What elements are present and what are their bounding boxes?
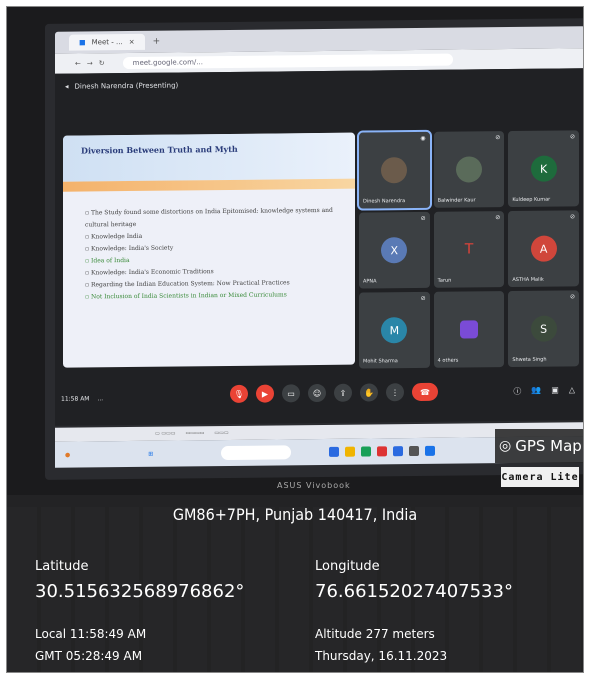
back-icon[interactable]: ← bbox=[75, 60, 81, 68]
laptop-brand: ASUS Vivobook bbox=[277, 481, 351, 490]
photo-frame: ■ Meet - ... × + ← → ↻ meet.google.com/.… bbox=[6, 6, 584, 673]
mic-off-icon: ⊘ bbox=[495, 214, 501, 222]
slide-accent-band bbox=[63, 178, 355, 192]
mic-button[interactable]: 🎙 bbox=[230, 384, 248, 403]
app-icon[interactable] bbox=[329, 446, 340, 457]
side-controls: ⓘ 👥 ▣ △ bbox=[513, 385, 575, 397]
emoji-button[interactable]: ☺ bbox=[308, 383, 326, 403]
app-icon[interactable] bbox=[409, 445, 420, 457]
participant-tile[interactable]: A ⊘ ASTHA Malik bbox=[508, 210, 579, 288]
camera-button[interactable]: ▶ bbox=[256, 384, 274, 403]
mic-off-icon: ⊘ bbox=[569, 293, 575, 301]
bookmark[interactable]: ▭▭▭ bbox=[214, 430, 228, 436]
forward-icon[interactable]: → bbox=[87, 59, 93, 67]
meet-tab-icon: ■ bbox=[79, 38, 86, 47]
mic-off-icon: ⊘ bbox=[420, 214, 426, 222]
participant-tile[interactable]: X ⊘ APNA bbox=[359, 211, 430, 289]
bookmark[interactable]: ▭▭▭▭ bbox=[186, 430, 205, 436]
raise-hand-button[interactable]: ✋ bbox=[360, 383, 378, 402]
captions-button[interactable]: ▭ bbox=[282, 384, 300, 403]
slide-title: Diversion Between Truth and Myth bbox=[63, 132, 355, 182]
meet-window: ◂ Dinesh Narendra (Presenting) Diversion… bbox=[55, 68, 583, 426]
participant-tile[interactable]: K ⊘ Kuldeep Kumar bbox=[508, 130, 579, 208]
info-icon[interactable]: ⓘ bbox=[513, 386, 521, 397]
bookmark[interactable]: ▭ ▭▭▭ bbox=[155, 431, 176, 437]
presentation-slide: Diversion Between Truth and Myth ▫ The S… bbox=[63, 132, 355, 368]
longitude-value: 76.66152027407533° bbox=[315, 581, 513, 602]
taskbar-search[interactable] bbox=[221, 445, 292, 461]
taskbar-apps bbox=[329, 445, 436, 457]
gps-edition-label: Camera Lite bbox=[501, 467, 579, 487]
present-button[interactable]: ⇪ bbox=[334, 383, 352, 402]
gmt-time: GMT 05:28:49 AM bbox=[35, 649, 143, 663]
slide-point: ▫ Not Inclusion of India Scientists in I… bbox=[85, 291, 287, 301]
altitude: Altitude 277 meters bbox=[315, 627, 435, 641]
start-icon[interactable]: ⊞ bbox=[148, 450, 153, 457]
call-controls: 🎙 ▶ ▭ ☺ ⇪ ✋ ⋮ ☎ bbox=[230, 382, 438, 403]
avatar: T bbox=[464, 241, 474, 258]
participant-tile[interactable]: T ⊘ Tarun bbox=[433, 211, 505, 288]
latitude-label: Latitude bbox=[35, 559, 89, 574]
avatar bbox=[459, 320, 478, 339]
chat-icon[interactable]: ▣ bbox=[551, 386, 559, 397]
weather-icon[interactable]: ● bbox=[65, 451, 70, 458]
avatar bbox=[381, 157, 408, 184]
gps-camera-icon: ◎ bbox=[499, 438, 512, 454]
address-text: GM86+7PH, Punjab 140417, India bbox=[172, 505, 418, 524]
browser-tab[interactable]: ■ Meet - ... × bbox=[69, 33, 145, 51]
slide-point: ▫ The Study found some distortions on In… bbox=[85, 206, 333, 229]
app-icon[interactable] bbox=[425, 445, 436, 456]
app-icon[interactable] bbox=[361, 446, 372, 457]
presenter-banner: ◂ Dinesh Narendra (Presenting) bbox=[65, 81, 179, 91]
mic-off-icon: ⊘ bbox=[420, 294, 426, 302]
mic-off-icon: ⊘ bbox=[495, 134, 501, 142]
meet-control-bar: 11:58 AM ... 🎙 ▶ ▭ ☺ ⇪ ✋ ⋮ ☎ ⓘ 👥 ▣ △ bbox=[55, 378, 583, 414]
people-icon[interactable]: 👥 bbox=[531, 386, 541, 397]
avatar: M bbox=[381, 317, 408, 344]
avatar bbox=[455, 156, 482, 183]
participant-tile[interactable]: 4 others bbox=[433, 291, 505, 368]
mic-icon: ◉ bbox=[420, 134, 426, 142]
app-icon[interactable] bbox=[345, 446, 356, 457]
mic-off-icon: ⊘ bbox=[569, 133, 575, 141]
participant-grid: ◉ Dinesh Narendra ⊘ Balwinder Kaur K ⊘ K… bbox=[357, 129, 579, 369]
new-tab-icon[interactable]: + bbox=[153, 37, 161, 47]
local-time: Local 11:58:49 AM bbox=[35, 627, 147, 641]
arrow-icon: ◂ bbox=[65, 82, 69, 91]
app-icon[interactable] bbox=[393, 446, 404, 457]
participant-tile[interactable]: S ⊘ Shweta Singh bbox=[508, 290, 579, 368]
avatar: S bbox=[530, 315, 557, 342]
avatar: A bbox=[530, 235, 557, 262]
avatar: K bbox=[530, 155, 557, 182]
mic-off-icon: ⊘ bbox=[569, 213, 575, 221]
activities-icon[interactable]: △ bbox=[569, 385, 575, 396]
app-icon[interactable] bbox=[377, 446, 388, 457]
avatar: X bbox=[381, 237, 408, 264]
latitude-value: 30.515632568976862° bbox=[35, 581, 245, 602]
leave-call-button[interactable]: ☎ bbox=[412, 382, 438, 402]
close-icon[interactable]: × bbox=[129, 34, 135, 50]
location-overlay: GM86+7PH, Punjab 140417, India Latitude … bbox=[7, 495, 583, 672]
participant-tile[interactable]: ⊘ Balwinder Kaur bbox=[433, 131, 505, 208]
date: Thursday, 16.11.2023 bbox=[315, 649, 448, 663]
meeting-code: ... bbox=[97, 394, 104, 402]
participant-tile[interactable]: M ⊘ Mohit Sharma bbox=[359, 291, 430, 369]
meeting-time: 11:58 AM bbox=[61, 394, 90, 403]
laptop-screen: ■ Meet - ... × + ← → ↻ meet.google.com/.… bbox=[45, 18, 583, 480]
gps-app-badge: ◎ GPS Map Camera Lite bbox=[495, 429, 583, 493]
more-options-button[interactable]: ⋮ bbox=[386, 383, 404, 402]
slide-points: ▫ The Study found some distortions on In… bbox=[85, 205, 355, 304]
reload-icon[interactable]: ↻ bbox=[99, 59, 105, 67]
url-field[interactable]: meet.google.com/... bbox=[122, 53, 453, 70]
longitude-label: Longitude bbox=[315, 559, 380, 574]
participant-tile[interactable]: ◉ Dinesh Narendra bbox=[357, 129, 432, 211]
